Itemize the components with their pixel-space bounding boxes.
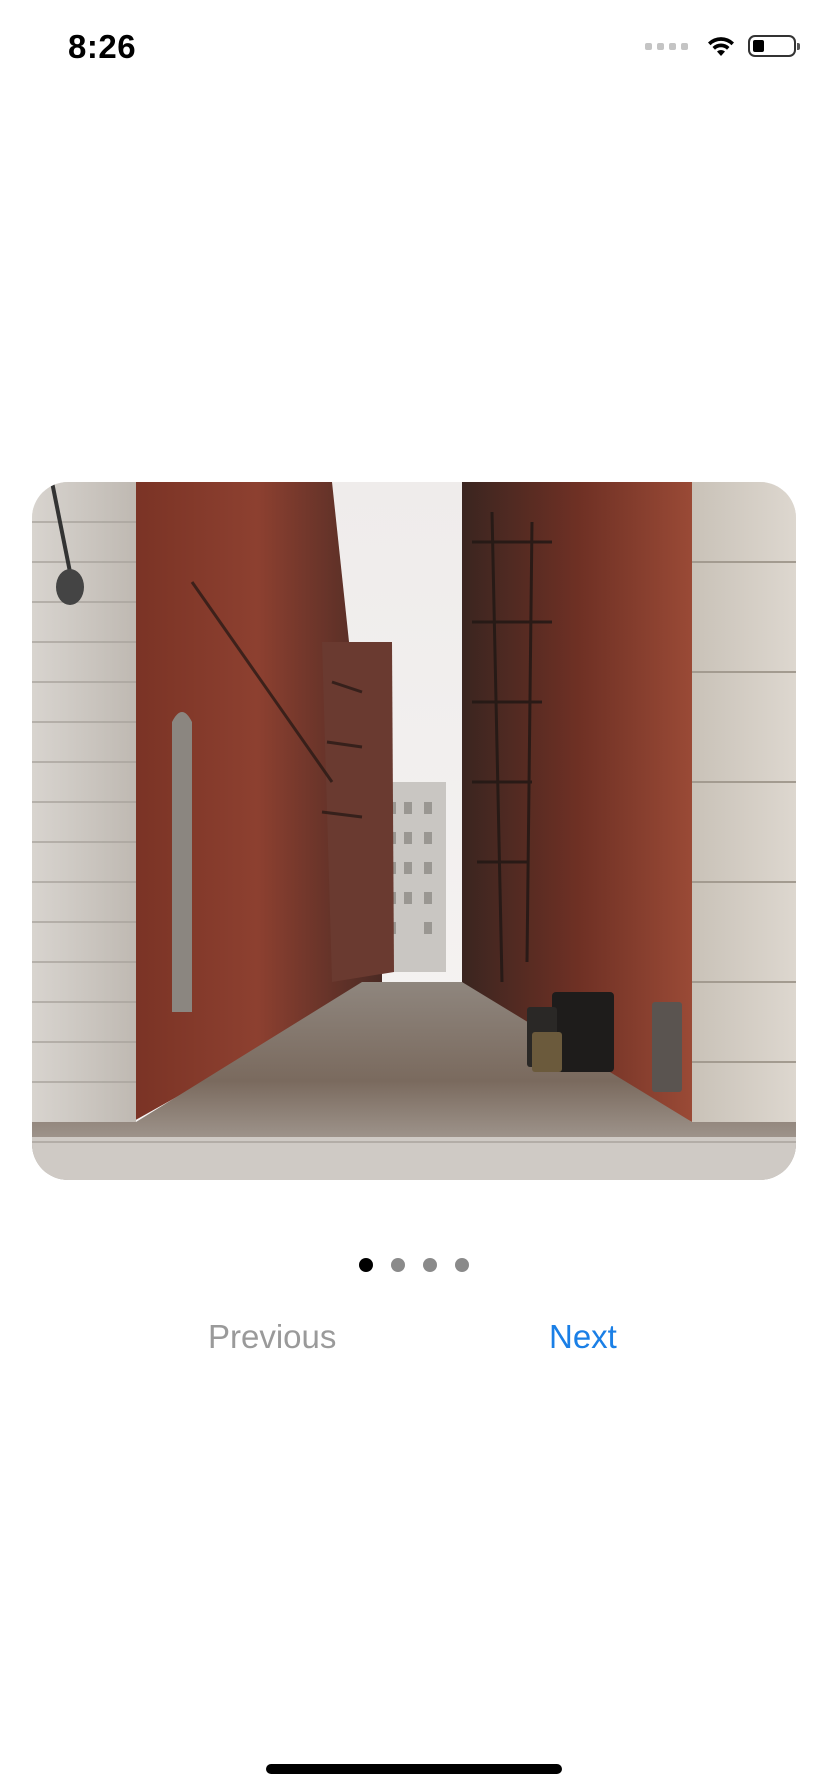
status-time: 8:26 bbox=[68, 28, 137, 65]
page-dot-2[interactable] bbox=[391, 1258, 405, 1272]
battery-icon bbox=[748, 35, 800, 57]
carousel-photo[interactable] bbox=[32, 482, 796, 1180]
status-icons bbox=[645, 34, 800, 58]
home-indicator[interactable] bbox=[266, 1764, 562, 1774]
page-indicator[interactable] bbox=[0, 1258, 828, 1272]
signal-icon bbox=[645, 42, 688, 50]
alley-photo-image bbox=[32, 482, 796, 1180]
previous-button[interactable]: Previous bbox=[208, 1318, 336, 1356]
status-bar: 8:26 bbox=[0, 0, 828, 96]
wifi-icon bbox=[708, 37, 734, 56]
page-dot-4[interactable] bbox=[455, 1258, 469, 1272]
next-button[interactable]: Next bbox=[549, 1318, 617, 1356]
page-dot-1[interactable] bbox=[359, 1258, 373, 1272]
page-dot-3[interactable] bbox=[423, 1258, 437, 1272]
